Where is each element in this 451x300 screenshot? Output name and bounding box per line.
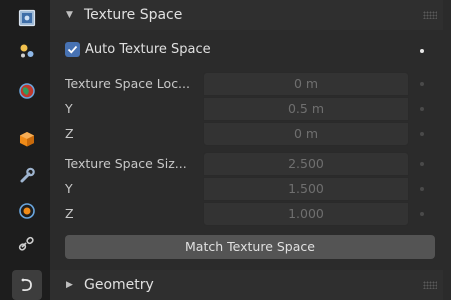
- animate-property-dot[interactable]: [420, 187, 424, 191]
- geometry-panel-header[interactable]: ▶ Geometry: [50, 270, 443, 300]
- modifier-tab[interactable]: [14, 162, 40, 188]
- animate-property-dot[interactable]: [420, 162, 424, 166]
- render-icon: [18, 9, 36, 27]
- collapsed-arrow-icon: ▶: [66, 280, 73, 290]
- properties-tab-strip: [0, 0, 50, 300]
- size-y-label: Y: [65, 181, 73, 196]
- drag-handle-icon[interactable]: [423, 281, 437, 289]
- constraint-icon: [18, 236, 34, 251]
- auto-texture-space-toggle[interactable]: Auto Texture Space: [65, 42, 211, 57]
- object-tab[interactable]: [14, 126, 40, 152]
- data-tab[interactable]: [12, 270, 42, 300]
- wrench-icon: [20, 167, 35, 183]
- properties-panel: ▼ Texture Space Auto Texture Space Textu…: [50, 0, 451, 300]
- world-icon: [19, 83, 35, 99]
- location-y-field[interactable]: 0.5 m: [203, 97, 409, 121]
- render-tab[interactable]: [14, 5, 40, 31]
- animate-property-dot[interactable]: [420, 132, 424, 136]
- size-z-label: Z: [65, 206, 74, 221]
- auto-texture-space-label: Auto Texture Space: [85, 42, 211, 57]
- auto-texture-space-checkbox[interactable]: [65, 42, 80, 57]
- checkmark-icon: [67, 45, 78, 54]
- geometry-title: Geometry: [84, 277, 154, 293]
- texture-space-size-label: Texture Space Siz...: [65, 156, 187, 171]
- expanded-arrow-icon: ▼: [66, 10, 73, 20]
- texture-space-title: Texture Space: [84, 7, 183, 23]
- size-x-field[interactable]: 2.500: [203, 152, 409, 176]
- animate-property-dot[interactable]: [420, 82, 424, 86]
- texture-space-location-label: Texture Space Loc...: [65, 76, 190, 91]
- scene-icon: [20, 44, 34, 58]
- constraint-tab[interactable]: [14, 231, 40, 257]
- physics-icon: [19, 203, 35, 219]
- location-z-field[interactable]: 0 m: [203, 122, 409, 146]
- size-y-field[interactable]: 1.500: [203, 177, 409, 201]
- texture-space-panel-header[interactable]: ▼ Texture Space: [50, 0, 443, 30]
- physics-tab[interactable]: [14, 198, 40, 224]
- location-y-label: Y: [65, 101, 73, 116]
- world-tab[interactable]: [14, 78, 40, 104]
- size-z-field[interactable]: 1.000: [203, 202, 409, 226]
- match-texture-space-button[interactable]: Match Texture Space: [65, 235, 435, 259]
- location-z-label: Z: [65, 126, 74, 141]
- animate-property-dot[interactable]: [420, 107, 424, 111]
- location-x-field[interactable]: 0 m: [203, 72, 409, 96]
- animate-property-dot[interactable]: [420, 49, 424, 53]
- object-icon: [20, 132, 34, 147]
- drag-handle-icon[interactable]: [423, 11, 437, 19]
- scene-tab[interactable]: [14, 38, 40, 64]
- texture-space-panel-body: Auto Texture Space Texture Space Loc... …: [50, 30, 443, 269]
- animate-property-dot[interactable]: [420, 212, 424, 216]
- curve-data-icon: [21, 278, 32, 292]
